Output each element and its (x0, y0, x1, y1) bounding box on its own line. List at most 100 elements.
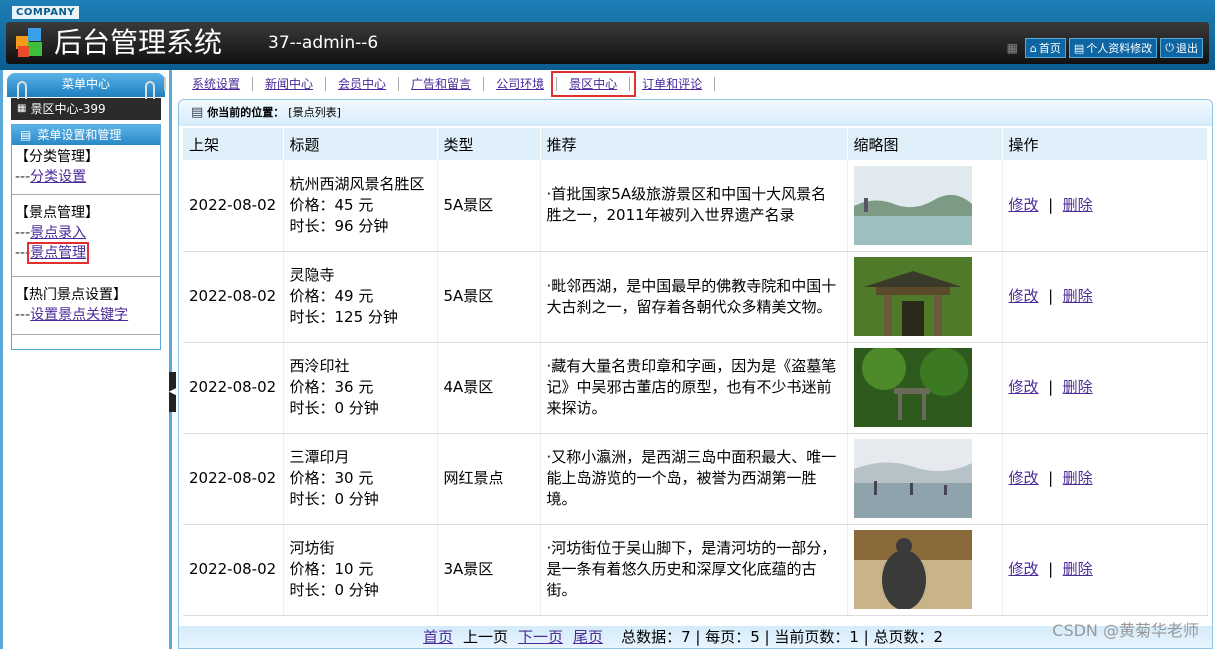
table-row: 2022-08-02 西泠印社 价格：36 元时长：0 分钟 4A景区 ·藏有大量… (183, 342, 1208, 434)
cell-title: 三潭印月 价格：30 元时长：0 分钟 (283, 433, 438, 525)
col-title: 标题 (283, 128, 438, 160)
tabs-grip-icon (164, 77, 174, 91)
power-icon: ⏻ (1165, 41, 1174, 54)
table-row: 2022-08-02 灵隐寺 价格：49 元时长：125 分钟 5A景区 ·毗邻西… (183, 251, 1208, 343)
watermark: CSDN @黄菊华老师 (1052, 621, 1199, 640)
cell-actions: 修改 | 删除 (1002, 524, 1208, 616)
edit-link[interactable]: 修改 (1009, 469, 1039, 487)
delete-link[interactable]: 删除 (1063, 196, 1093, 214)
tab-news[interactable]: 新闻中心 (253, 77, 327, 91)
col-recommend: 推荐 (540, 128, 848, 160)
app-header: COMPANY 后台管理系统 37--admin--6 ▦ ⌂ 首页 ▤ 个人资料修… (0, 0, 1215, 70)
menu-settings-box: ▤ 菜单设置和管理 【分类管理】 ---分类设置 【景点管理】 ---景点录入 … (11, 124, 161, 350)
cell-thumbnail (847, 342, 1003, 434)
thumbnail-image (853, 530, 972, 609)
pin-icon (17, 81, 27, 99)
cell-recommend: ·毗邻西湖，是中国最早的佛教寺院和中国十大古刹之一，留存着各朝代众多精美文物。 (540, 251, 848, 343)
edit-link[interactable]: 修改 (1009, 287, 1039, 305)
sidebar-item-set-keywords[interactable]: 设置景点关键字 (30, 307, 128, 323)
cell-thumbnail (847, 524, 1003, 616)
edit-link[interactable]: 修改 (1009, 560, 1039, 578)
scenic-center-item[interactable]: ▦ 景区中心-399 (11, 98, 161, 120)
cell-thumbnail (847, 160, 1003, 252)
logo-cubes-icon (16, 28, 42, 57)
cell-title: 灵隐寺 价格：49 元时长：125 分钟 (283, 251, 438, 343)
cell-title: 河坊街 价格：10 元时长：0 分钟 (283, 524, 438, 616)
home-icon: ⌂ (1029, 41, 1037, 55)
cell-thumbnail (847, 433, 1003, 525)
cell-date: 2022-08-02 (183, 251, 284, 343)
table-header-row: 上架 标题 类型 推荐 缩略图 操作 (183, 128, 1208, 160)
cell-type: 5A景区 (437, 251, 541, 343)
thumbnail-image (853, 165, 972, 245)
tab-company-environment[interactable]: 公司环境 (484, 77, 558, 91)
cell-date: 2022-08-02 (183, 160, 284, 252)
tab-members[interactable]: 会员中心 (326, 77, 400, 91)
cell-type: 网红景点 (437, 433, 541, 525)
scenic-table: 上架 标题 类型 推荐 缩略图 操作 2022-08-02 杭州西湖风景名胜区价… (183, 128, 1208, 616)
delete-link[interactable]: 删除 (1063, 287, 1093, 305)
breadcrumb: ▤ 你当前的位置： [景点列表] (179, 100, 1212, 126)
top-tabs: 系统设置 新闻中心 会员中心 广告和留言 公司环境 景区中心 订单和评论 (164, 70, 1215, 98)
company-logo-text: COMPANY (12, 6, 80, 19)
col-actions: 操作 (1002, 128, 1208, 160)
current-user: 37--admin--6 (268, 33, 379, 53)
category-group: 【分类管理】 ---分类设置 (12, 145, 160, 195)
col-type: 类型 (437, 128, 541, 160)
delete-link[interactable]: 删除 (1063, 378, 1093, 396)
first-page-link[interactable]: 首页 (423, 626, 453, 648)
cell-recommend: ·河坊街位于吴山脚下，是清河坊的一部分，是一条有着悠久历史和深厚文化底蕴的古街。 (540, 524, 848, 616)
tab-ads-messages[interactable]: 广告和留言 (399, 77, 485, 91)
grid-icon: ▦ (17, 103, 27, 114)
collapse-sidebar-handle[interactable]: ◀ (169, 372, 176, 412)
profile-link[interactable]: ▤ 个人资料修改 (1068, 38, 1158, 58)
delete-link[interactable]: 删除 (1063, 469, 1093, 487)
edit-link[interactable]: 修改 (1009, 196, 1039, 214)
last-page-link[interactable]: 尾页 (573, 626, 603, 648)
cell-type: 5A景区 (437, 160, 541, 252)
thumbnail-image (853, 257, 972, 336)
cell-recommend: ·藏有大量名贵印章和字画，因为是《盗墓笔记》中吴邪古董店的原型，也有不少书迷前来… (540, 342, 848, 434)
pin-icon (145, 81, 155, 99)
cell-recommend: ·又称小瀛洲，是西湖三岛中面积最大、唯一能上岛游览的一个岛，被誉为西湖第一胜境。 (540, 433, 848, 525)
tab-system-settings[interactable]: 系统设置 (180, 77, 254, 91)
prev-page-text: 上一页 (463, 628, 509, 646)
profile-icon: ▤ (1073, 41, 1085, 55)
menu-settings-header: ▤ 菜单设置和管理 (12, 125, 160, 145)
cell-type: 4A景区 (437, 342, 541, 434)
cell-actions: 修改 | 删除 (1002, 160, 1208, 252)
sidebar-item-category-settings[interactable]: 分类设置 (30, 169, 86, 185)
cell-actions: 修改 | 删除 (1002, 433, 1208, 525)
grip-icon: ▦ (1006, 41, 1018, 55)
scenic-group: 【景点管理】 ---景点录入 ---景点管理 (12, 195, 160, 277)
list-icon: ▤ (20, 128, 32, 142)
cell-title: 杭州西湖风景名胜区 价格：45 元时长：96 分钟 (283, 160, 438, 252)
location-icon: ▤ (191, 105, 204, 120)
top-links: ▦ ⌂ 首页 ▤ 个人资料修改 ⏻ 退出 (1007, 38, 1203, 58)
thumbnail-image (853, 348, 972, 427)
thumbnail-image (853, 439, 972, 518)
tab-orders-reviews[interactable]: 订单和评论 (630, 77, 716, 91)
logout-link[interactable]: ⏻ 退出 (1160, 38, 1203, 58)
app-title: 后台管理系统 (54, 26, 223, 59)
sidebar-item-add-scenic[interactable]: 景点录入 (30, 225, 86, 241)
home-link[interactable]: ⌂ 首页 (1024, 38, 1066, 58)
delete-link[interactable]: 删除 (1063, 560, 1093, 578)
edit-link[interactable]: 修改 (1009, 378, 1039, 396)
cell-date: 2022-08-02 (183, 524, 284, 616)
table-row: 2022-08-02 河坊街 价格：10 元时长：0 分钟 3A景区 ·河坊街位于… (183, 524, 1208, 616)
table-row: 2022-08-02 杭州西湖风景名胜区 价格：45 元时长：96 分钟 5A景区… (183, 160, 1208, 252)
sidebar-item-manage-scenic[interactable]: 景点管理 (27, 242, 90, 264)
sidebar: 菜单中心 ▦ 景区中心-399 ▤ 菜单设置和管理 【分类管理】 ---分类设置… (0, 70, 172, 649)
col-thumbnail: 缩略图 (847, 128, 1003, 160)
cell-type: 3A景区 (437, 524, 541, 616)
next-page-link[interactable]: 下一页 (518, 626, 563, 648)
cell-recommend: ·首批国家5A级旅游景区和中国十大风景名胜之一，2011年被列入世界遗产名录 (540, 160, 848, 252)
cell-actions: 修改 | 删除 (1002, 251, 1208, 343)
hot-scenic-group: 【热门景点设置】 ---设置景点关键字 (12, 277, 160, 335)
tab-scenic-center[interactable]: 景区中心 (551, 71, 637, 97)
col-date: 上架 (183, 128, 284, 160)
cell-thumbnail (847, 251, 1003, 343)
pager-stats: 总数据：7 | 每页：5 | 当前页数：1 | 总页数：2 (621, 628, 944, 646)
cell-actions: 修改 | 删除 (1002, 342, 1208, 434)
